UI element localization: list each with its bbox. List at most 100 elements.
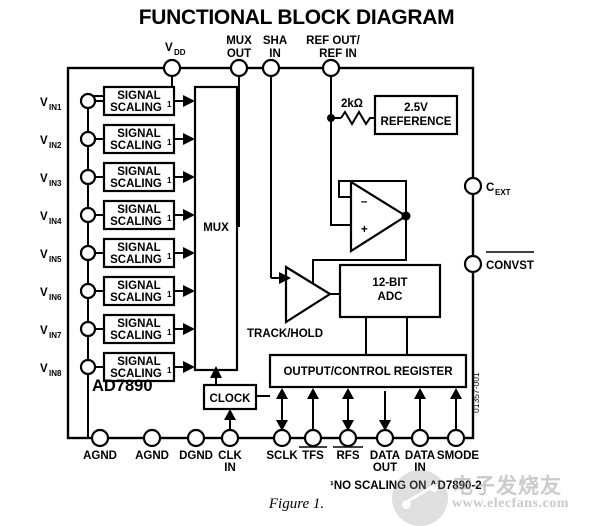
scaling-3-line2: SCALING [110,178,162,190]
pin-vdd[interactable] [162,58,182,78]
arrow-scaling4-to-mux [183,209,195,221]
label-vin5-sub: IN5 [49,255,62,264]
pin-vin4[interactable] [79,206,97,224]
block-opamp-buffer [349,180,409,254]
reference-line1: 2.5V [404,102,428,114]
opamp-minus-label: – [361,196,368,208]
label-vin7-sub: IN7 [49,331,62,340]
label-sha-in-2: IN [269,48,281,60]
pin-rfs[interactable] [338,428,358,448]
pin-data-in[interactable] [410,428,430,448]
arrow-smode-up [450,388,462,399]
label-data-in-2: IN [414,462,426,474]
pin-vin1[interactable] [79,92,97,110]
arrow-rfs-up [342,388,354,399]
wire-ref-to-opamp-plus [330,118,351,226]
pin-tfs[interactable] [303,428,323,448]
label-data-out-1: DATA [370,450,400,462]
pin-sclk[interactable] [272,428,292,448]
label-tfs: TFS [302,450,324,462]
figure-caption: Figure 1. [268,496,325,512]
arrow-datain-up [414,388,426,399]
scaling-7-sup: 1 [167,328,172,337]
scaling-6-line1: SIGNAL [117,280,160,292]
label-clk-in-2: IN [224,462,236,474]
arrow-tfs-up [307,388,319,399]
label-vin2: V [40,135,48,147]
symbol-resistor-2k [340,110,375,126]
footnote: ¹NO SCALING ON AD7890-2 [330,480,482,492]
arrow-scaling3-to-mux [183,171,195,183]
scaling-1-line2: SCALING [110,102,162,114]
scaling-6-sup: 1 [167,290,172,299]
label-agnd-2: AGND [135,450,169,462]
label-agnd-1: AGND [83,450,117,462]
arrow-sclk-up [276,388,288,399]
label-vin6-sub: IN6 [49,293,62,302]
label-vin3: V [40,173,48,185]
label-vin6: V [40,287,48,299]
label-data-in-1: DATA [405,450,435,462]
arrow-clkin-to-clock [224,409,236,420]
scaling-1-sup: 1 [167,100,172,109]
serial-interface-arrows [276,388,462,431]
track-hold-label: TRACK/HOLD [247,328,323,340]
label-dgnd: DGND [179,450,213,462]
block-track-hold [284,265,333,325]
scaling-7-line2: SCALING [110,330,162,342]
label-vin1: V [40,97,48,109]
adc-line1: 12-BIT [372,277,407,289]
label-sha-in-1: SHA [263,35,287,47]
label-vin1-sub: IN1 [49,103,62,112]
scaling-8-sup: 1 [167,366,172,375]
scaling-4-sup: 1 [167,214,172,223]
pin-agnd-1[interactable] [90,428,110,448]
arrow-scaling6-to-mux [183,285,195,297]
mux-label: MUX [203,222,229,234]
pin-vin5[interactable] [79,244,97,262]
scaling-8-line1: SIGNAL [117,356,160,368]
pin-data-out[interactable] [375,428,395,448]
label-vin4-sub: IN4 [49,217,62,226]
arrow-scaling7-to-mux [183,323,195,335]
scaling-2-sup: 1 [167,138,172,147]
top-pin-labels: V DD MUX OUT SHA IN REF OUT/ REF IN [165,35,361,60]
label-vdd-sub: DD [174,48,186,57]
pin-vin7[interactable] [79,320,97,338]
scaling-2-line2: SCALING [110,140,162,152]
pin-sha-in[interactable] [261,58,281,78]
arrow-rfs-down [342,420,354,431]
resistor-value-label: 2kΩ [341,98,363,110]
pin-smode[interactable] [446,428,466,448]
pin-agnd-2[interactable] [142,428,162,448]
arrow-scaling8-to-mux [183,361,195,373]
label-vin8-sub: IN8 [49,369,62,378]
pin-dgnd[interactable] [186,428,206,448]
pin-ref-out-ref-in[interactable] [321,58,341,78]
pin-cext[interactable] [463,176,483,196]
label-smode: SMODE [437,450,480,462]
register-label: OUTPUT/CONTROL REGISTER [283,366,453,378]
scaling-5-sup: 1 [167,252,172,261]
label-mux-out-1: MUX [226,35,252,47]
opamp-plus-label: + [361,224,368,236]
scaling-4-line2: SCALING [110,216,162,228]
scaling-4-line1: SIGNAL [117,204,160,216]
pin-mux-out[interactable] [229,58,249,78]
label-ref-out-1: REF OUT/ [306,35,360,47]
label-vin4: V [40,211,48,223]
pin-convst[interactable] [463,254,483,274]
label-sclk: SCLK [266,450,298,462]
label-vdd: V [165,42,173,54]
label-clk-in-1: CLK [218,450,242,462]
doc-id-label: 01357-001 [471,372,481,413]
pin-vin3[interactable] [79,168,97,186]
reference-line2: REFERENCE [381,116,452,128]
pin-vin2[interactable] [79,130,97,148]
label-ref-out-2: REF IN [319,48,357,60]
pin-vin6[interactable] [79,282,97,300]
pin-vin8[interactable] [79,358,97,376]
pin-clk-in[interactable] [220,428,240,448]
scaling-1-line1: SIGNAL [117,90,160,102]
scaling-6-line2: SCALING [110,292,162,304]
